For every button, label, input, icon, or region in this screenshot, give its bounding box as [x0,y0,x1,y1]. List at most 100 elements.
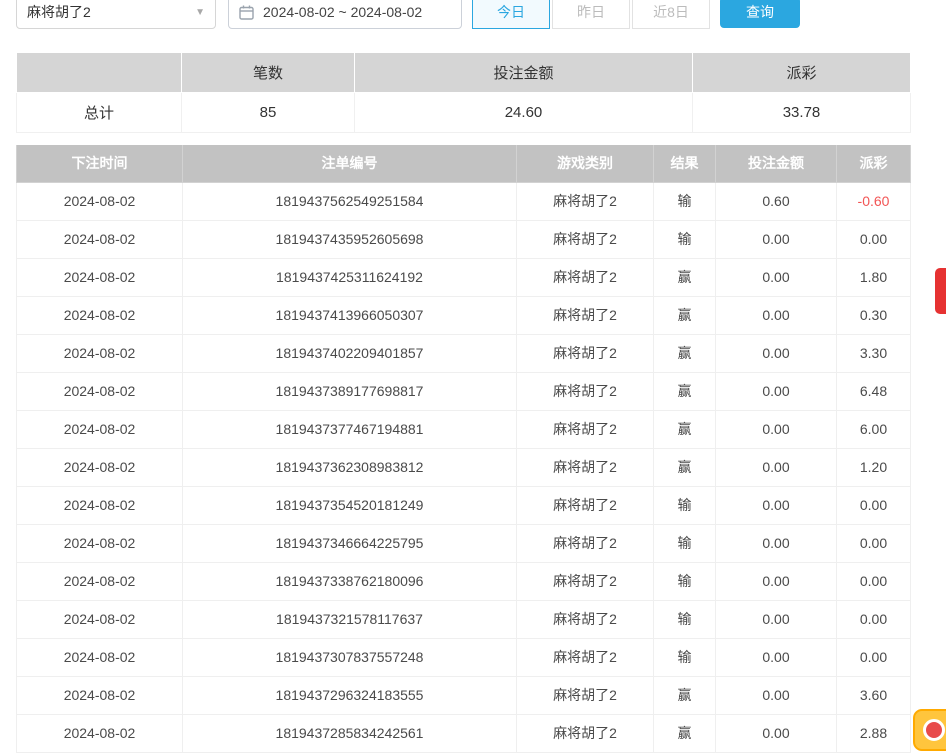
order-id: 1819437389177698817 [183,372,517,410]
payout: 0.00 [837,486,911,524]
search-button[interactable]: 查询 [720,0,800,28]
payout: 1.20 [837,448,911,486]
result: 赢 [654,448,716,486]
bets-header-cell: 下注时间 [17,145,183,182]
table-row: 2024-08-021819437321578117637麻将胡了2输0.000… [17,600,911,638]
bet-time: 2024-08-02 [17,714,183,752]
order-id: 1819437435952605698 [183,220,517,258]
order-id: 1819437285834242561 [183,714,517,752]
result: 输 [654,486,716,524]
bet-time: 2024-08-02 [17,448,183,486]
quick-filter-button-0[interactable]: 今日 [472,0,550,29]
chevron-down-icon: ▼ [195,7,205,18]
result: 输 [654,638,716,676]
table-row: 2024-08-021819437389177698817麻将胡了2赢0.006… [17,372,911,410]
game-type: 麻将胡了2 [517,372,654,410]
order-id: 1819437338762180096 [183,562,517,600]
table-row: 2024-08-021819437425311624192麻将胡了2赢0.001… [17,258,911,296]
result: 输 [654,182,716,220]
customer-service-icon[interactable] [913,709,946,751]
table-row: 2024-08-021819437338762180096麻将胡了2输0.000… [17,562,911,600]
result: 赢 [654,410,716,448]
result: 输 [654,524,716,562]
bet-amount: 0.00 [716,714,837,752]
payout: 0.00 [837,524,911,562]
bet-history-page: 麻将胡了2 ▼ 2024-08-02 ~ 2024-08-02 今日昨日近8日 … [0,0,946,755]
bet-time: 2024-08-02 [17,258,183,296]
game-type: 麻将胡了2 [517,638,654,676]
result: 赢 [654,372,716,410]
bets-table-body: 2024-08-021819437562549251584麻将胡了2输0.60-… [17,182,911,752]
bet-time: 2024-08-02 [17,486,183,524]
result: 输 [654,220,716,258]
payout: 0.00 [837,562,911,600]
payout: 3.60 [837,676,911,714]
payout: 2.88 [837,714,911,752]
result: 赢 [654,258,716,296]
summary-header-blank [17,53,182,93]
order-id: 1819437354520181249 [183,486,517,524]
payout: 0.00 [837,638,911,676]
bet-amount: 0.00 [716,524,837,562]
quick-filter-group: 今日昨日近8日 [470,0,710,29]
bets-header-row: 下注时间注单编号游戏类别结果投注金额派彩 [17,145,911,182]
quick-filter-button-2[interactable]: 近8日 [632,0,710,29]
calendar-icon [239,5,254,20]
payout: 0.00 [837,220,911,258]
bets-header-cell: 派彩 [837,145,911,182]
quick-filter-button-1[interactable]: 昨日 [552,0,630,29]
payout: 6.00 [837,410,911,448]
summary-header-cell: 派彩 [693,53,911,93]
payout: 1.80 [837,258,911,296]
bet-amount: 0.00 [716,410,837,448]
bet-time: 2024-08-02 [17,638,183,676]
order-id: 1819437307837557248 [183,638,517,676]
game-type: 麻将胡了2 [517,676,654,714]
bet-amount: 0.00 [716,638,837,676]
order-id: 1819437377467194881 [183,410,517,448]
game-select-value: 麻将胡了2 [27,2,91,22]
summary-header-row: 笔数投注金额派彩 [17,53,911,93]
result: 赢 [654,296,716,334]
game-type: 麻将胡了2 [517,296,654,334]
bets-header-cell: 注单编号 [183,145,517,182]
bet-amount: 0.00 [716,486,837,524]
bets-table: 下注时间注单编号游戏类别结果投注金额派彩 2024-08-02181943756… [16,145,911,753]
bet-amount: 0.00 [716,562,837,600]
table-row: 2024-08-021819437362308983812麻将胡了2赢0.001… [17,448,911,486]
bet-amount: 0.00 [716,372,837,410]
bet-time: 2024-08-02 [17,410,183,448]
result: 赢 [654,676,716,714]
bet-amount: 0.00 [716,220,837,258]
summary-header-cell: 笔数 [182,53,355,93]
result: 输 [654,600,716,638]
order-id: 1819437296324183555 [183,676,517,714]
summary-value-cell: 33.78 [693,93,911,133]
game-type: 麻将胡了2 [517,334,654,372]
result: 输 [654,562,716,600]
game-type: 麻将胡了2 [517,486,654,524]
order-id: 1819437402209401857 [183,334,517,372]
bet-amount: 0.00 [716,258,837,296]
order-id: 1819437425311624192 [183,258,517,296]
payout: 0.00 [837,600,911,638]
summary-row-label: 总计 [17,93,182,133]
table-row: 2024-08-021819437562549251584麻将胡了2输0.60-… [17,182,911,220]
bet-time: 2024-08-02 [17,372,183,410]
date-range-picker[interactable]: 2024-08-02 ~ 2024-08-02 [228,0,462,29]
summary-value-cell: 24.60 [355,93,693,133]
bet-time: 2024-08-02 [17,562,183,600]
bet-amount: 0.60 [716,182,837,220]
game-type: 麻将胡了2 [517,182,654,220]
customer-service-glyph [923,719,945,741]
game-select[interactable]: 麻将胡了2 ▼ [16,0,216,29]
game-type: 麻将胡了2 [517,600,654,638]
table-row: 2024-08-021819437413966050307麻将胡了2赢0.000… [17,296,911,334]
summary-header-cell: 投注金额 [355,53,693,93]
ribbon-tab[interactable] [935,268,946,314]
bet-time: 2024-08-02 [17,220,183,258]
order-id: 1819437346664225795 [183,524,517,562]
table-row: 2024-08-021819437354520181249麻将胡了2输0.000… [17,486,911,524]
date-range-value: 2024-08-02 ~ 2024-08-02 [263,4,422,20]
game-type: 麻将胡了2 [517,524,654,562]
